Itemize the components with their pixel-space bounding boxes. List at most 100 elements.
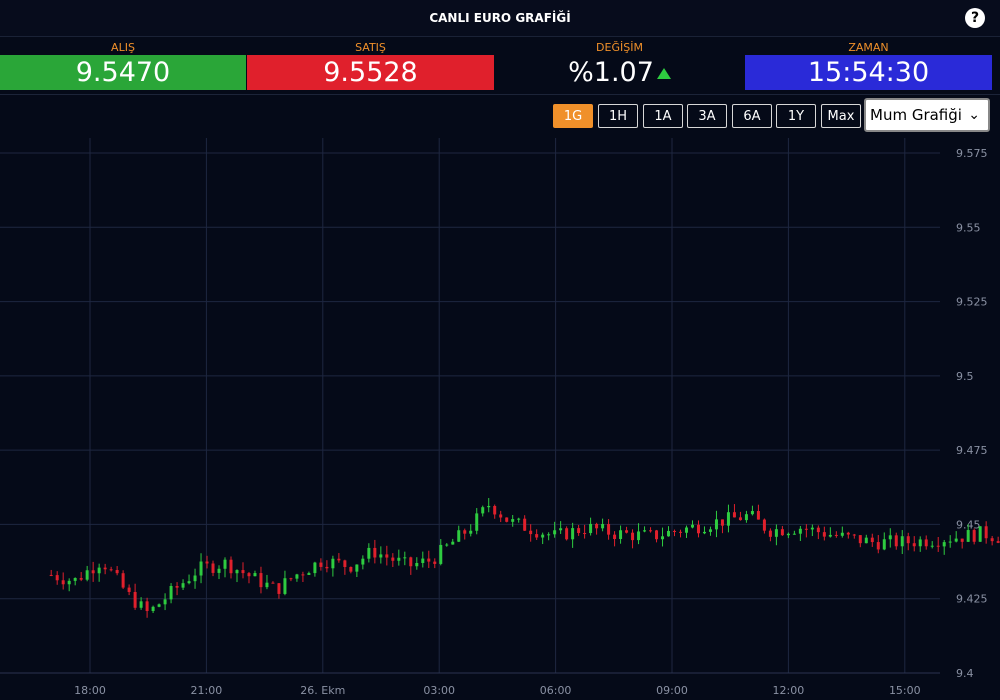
- candle-down: [145, 601, 149, 612]
- candle-up: [235, 570, 239, 574]
- range-button-1y[interactable]: 1Y: [776, 104, 816, 128]
- candle-up: [157, 604, 161, 607]
- candle-down: [301, 574, 305, 576]
- range-button-max[interactable]: Max: [821, 104, 861, 128]
- candle-up: [439, 544, 443, 564]
- candle-down: [756, 511, 760, 520]
- candle-down: [175, 585, 179, 588]
- candle-up: [864, 537, 868, 544]
- candle-down: [846, 532, 850, 535]
- range-buttons: 1G 1H 1A 3A 6A 1Y Max: [0, 102, 1000, 132]
- range-button-1h[interactable]: 1H: [598, 104, 638, 128]
- candle-down: [990, 538, 994, 542]
- candle-down: [780, 529, 784, 536]
- x-tick-label: 12:00: [773, 684, 805, 697]
- candle-down: [613, 534, 617, 539]
- candle-up: [589, 523, 593, 534]
- candle-up: [888, 535, 892, 540]
- candle-up: [97, 567, 101, 574]
- x-tick-label: 06:00: [540, 684, 572, 697]
- candle-down: [247, 573, 251, 577]
- range-button-3a[interactable]: 3A: [687, 104, 727, 128]
- candle-up: [559, 528, 563, 531]
- y-tick-label: 9.525: [956, 296, 988, 309]
- candle-down: [625, 530, 629, 533]
- help-icon[interactable]: ?: [965, 8, 985, 28]
- candle-up: [661, 536, 665, 540]
- change-value: %1.07: [568, 57, 654, 88]
- y-tick-label: 9.425: [956, 593, 988, 606]
- candle-up: [217, 568, 221, 573]
- x-tick-label: 21:00: [191, 684, 223, 697]
- divider: [0, 94, 1000, 95]
- chart-type-value: Mum Grafiği: [870, 106, 962, 124]
- candle-up: [403, 557, 407, 559]
- chevron-down-icon: ⌄: [968, 107, 980, 123]
- candle-down: [852, 534, 856, 536]
- candle-up: [67, 580, 71, 585]
- candlestick-chart[interactable]: 9.5759.559.5259.59.4759.459.4259.418:00 2…: [0, 138, 1000, 700]
- candle-up: [367, 547, 371, 559]
- candle-up: [139, 601, 143, 608]
- time-stat: ZAMAN 15:54:30: [745, 38, 992, 92]
- candle-down: [720, 519, 724, 526]
- candle-down: [696, 524, 700, 534]
- x-tick-label: 15:00: [889, 684, 921, 697]
- candle-down: [738, 517, 742, 521]
- range-button-1g[interactable]: 1G: [553, 104, 593, 128]
- candle-up: [379, 554, 383, 558]
- candle-down: [319, 562, 323, 567]
- candle-down: [61, 580, 65, 585]
- candle-up: [948, 541, 952, 543]
- candle-down: [115, 569, 119, 574]
- candle-up: [553, 530, 557, 535]
- candle-down: [912, 543, 916, 547]
- stats-panel: ALIŞ 9.5470 SATIŞ 9.5528 DEĞİŞİM %1.07 Z…: [0, 38, 1000, 92]
- candle-up: [331, 558, 335, 569]
- candle-down: [55, 575, 59, 581]
- y-tick-label: 9.4: [956, 667, 974, 680]
- candle-down: [834, 534, 838, 536]
- candle-up: [786, 533, 790, 536]
- candle-up: [708, 529, 712, 532]
- sell-stat: SATIŞ 9.5528: [247, 38, 494, 92]
- sell-label: SATIŞ: [355, 41, 386, 54]
- candle-up: [619, 530, 623, 539]
- candle-up: [547, 534, 551, 536]
- candle-up: [487, 505, 491, 508]
- range-button-6a[interactable]: 6A: [732, 104, 772, 128]
- candle-down: [655, 530, 659, 540]
- y-tick-label: 9.5: [956, 370, 974, 383]
- candle-down: [984, 526, 988, 539]
- candle-down: [595, 523, 599, 529]
- candle-up: [810, 527, 814, 530]
- candle-up: [684, 527, 688, 533]
- candle-down: [505, 517, 509, 522]
- candle-up: [643, 530, 647, 532]
- candle-down: [343, 560, 347, 568]
- candle-down: [529, 530, 533, 535]
- candle-down: [577, 528, 581, 534]
- chart-type-select[interactable]: Mum Grafiği ⌄: [864, 98, 990, 132]
- candle-up: [457, 530, 461, 542]
- candle-down: [924, 539, 928, 547]
- candle-down: [205, 561, 209, 564]
- candle-up: [750, 511, 754, 515]
- candle-down: [241, 570, 245, 574]
- candle-down: [816, 527, 820, 533]
- candle-up: [978, 526, 982, 542]
- candle-up: [187, 581, 191, 584]
- range-button-1a[interactable]: 1A: [643, 104, 683, 128]
- candle-up: [283, 578, 287, 594]
- candle-down: [936, 545, 940, 547]
- candle-down: [109, 569, 113, 571]
- candle-down: [960, 538, 964, 542]
- candle-down: [565, 528, 569, 540]
- candle-down: [679, 531, 683, 533]
- x-tick-label: 03:00: [423, 684, 455, 697]
- y-tick-label: 9.475: [956, 444, 988, 457]
- candle-down: [649, 530, 653, 532]
- candle-up: [253, 573, 257, 577]
- candle-up: [223, 559, 227, 569]
- candle-up: [307, 573, 311, 575]
